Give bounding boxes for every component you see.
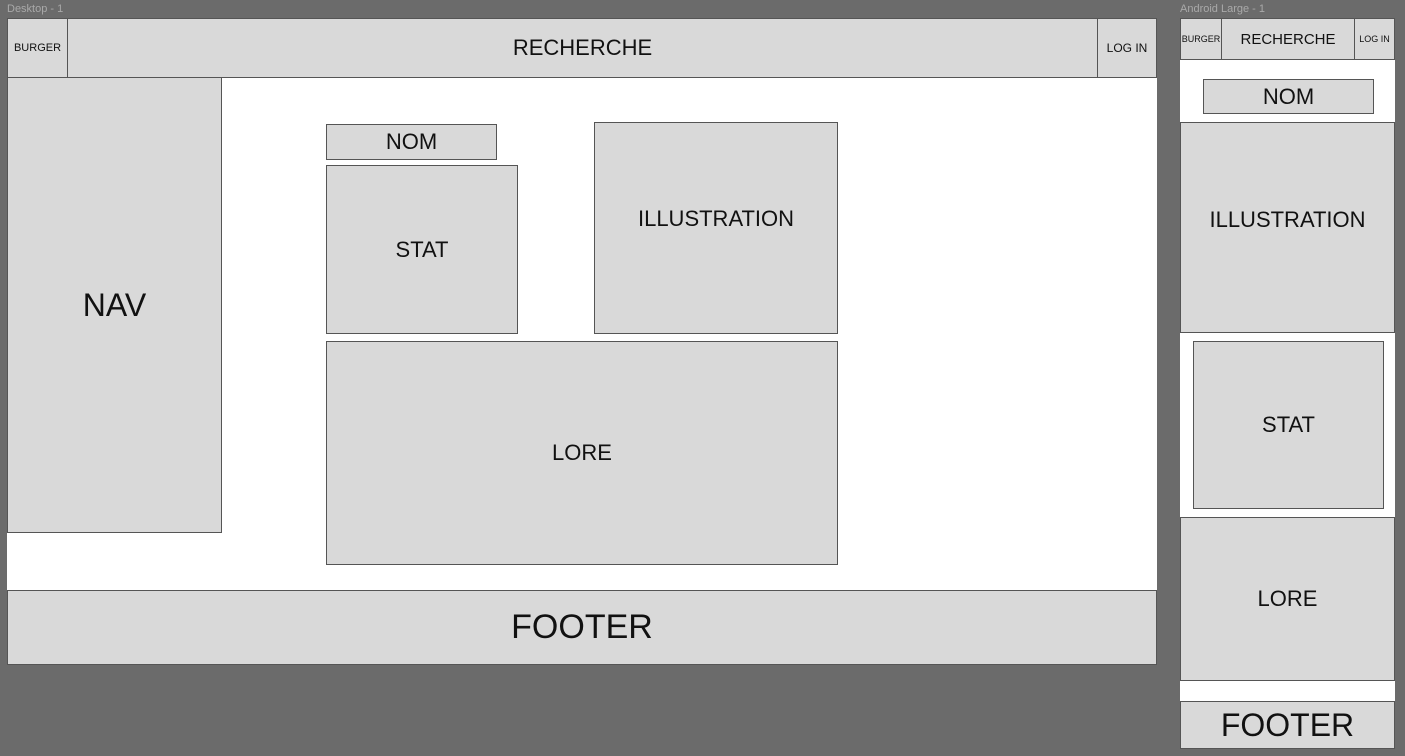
mobile-footer: FOOTER (1180, 701, 1395, 749)
mobile-name-box: NOM (1203, 79, 1374, 114)
mobile-login-button[interactable]: LOG IN (1354, 18, 1395, 60)
mobile-lore-box: LORE (1180, 517, 1395, 681)
desktop-burger-button[interactable]: BURGER (7, 18, 68, 78)
desktop-frame-label: Desktop - 1 (7, 3, 64, 15)
desktop-login-button[interactable]: LOG IN (1097, 18, 1157, 78)
mobile-frame-label: Android Large - 1 (1180, 3, 1265, 15)
desktop-search-bar[interactable]: RECHERCHE (67, 18, 1098, 78)
mobile-burger-button[interactable]: BURGER (1180, 18, 1222, 60)
desktop-illustration-box: ILLUSTRATION (594, 122, 838, 334)
desktop-nav[interactable]: NAV (7, 77, 222, 533)
desktop-footer: FOOTER (7, 590, 1157, 665)
desktop-lore-box: LORE (326, 341, 838, 565)
mobile-illustration-box: ILLUSTRATION (1180, 122, 1395, 333)
desktop-name-box: NOM (326, 124, 497, 160)
mobile-search-bar[interactable]: RECHERCHE (1221, 18, 1355, 60)
desktop-stat-box: STAT (326, 165, 518, 334)
mobile-stat-box: STAT (1193, 341, 1384, 509)
